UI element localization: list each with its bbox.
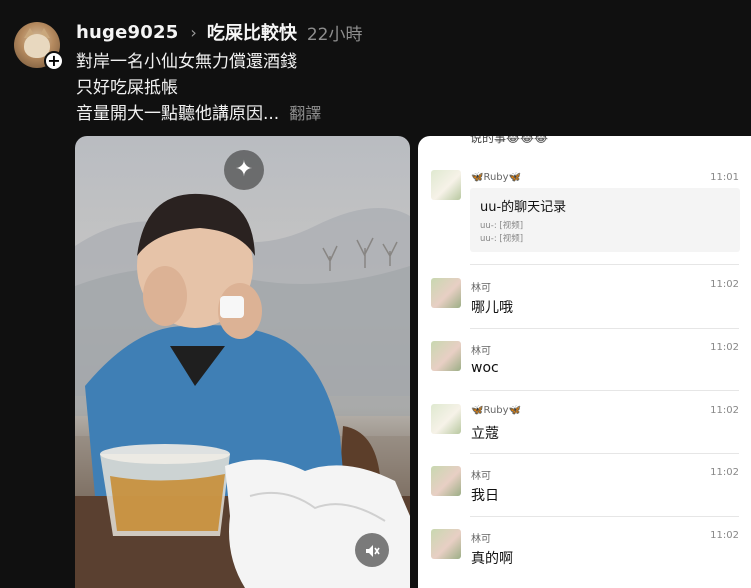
chat-sender: 🦋Ruby🦋 — [471, 172, 522, 183]
chat-time: 11:02 — [710, 405, 739, 416]
chat-text: 哪儿哦 — [471, 300, 513, 316]
user-avatar[interactable]: + — [14, 22, 64, 71]
post: + huge9025 › 吃屎比較快 22小時 對岸一名小仙女無力償還酒錢 只好… — [0, 0, 751, 588]
chat-avatar — [431, 404, 461, 434]
chat-sender: 林可 — [471, 346, 491, 357]
translate-button[interactable]: 翻譯 — [289, 104, 321, 123]
chat-history-line: uu-: [视频] — [480, 221, 524, 231]
chat-divider — [470, 390, 739, 391]
chat-text: 我日 — [471, 488, 499, 504]
post-header: huge9025 › 吃屎比較快 22小時 — [76, 19, 362, 45]
chat-history-line: uu-: [视频] — [480, 234, 524, 244]
chat-screenshot-media[interactable]: 说的事😂😂😂 🦋Ruby🦋 11:01 uu-的聊天记录 uu-: [视频] u… — [418, 136, 751, 588]
speaker-muted-icon[interactable] — [355, 533, 389, 567]
sparkle-icon[interactable]: ✦ — [224, 150, 264, 190]
chat-text: 真的啊 — [471, 551, 513, 567]
chat-time: 11:02 — [710, 467, 739, 478]
chat-text: 立蔻 — [471, 426, 499, 442]
chevron-right-icon: › — [190, 22, 197, 42]
chat-sender: 林可 — [471, 283, 491, 294]
chat-history-card: uu-的聊天记录 uu-: [视频] uu-: [视频] — [470, 188, 740, 252]
chat-avatar — [431, 170, 461, 200]
chat-avatar — [431, 466, 461, 496]
caption-line-3: 音量開大一點聽他講原因... — [76, 104, 280, 124]
chat-time: 11:02 — [710, 342, 739, 353]
chat-time: 11:02 — [710, 279, 739, 290]
username[interactable]: huge9025 — [76, 22, 178, 43]
caption-line-1: 對岸一名小仙女無力償還酒錢 — [76, 52, 297, 72]
clipped-message-text: 说的事😂😂😂 — [470, 136, 549, 145]
follow-plus-icon[interactable]: + — [44, 51, 64, 71]
caption-line-2: 只好吃屎抵帳 — [76, 78, 178, 98]
video-frame-illustration — [75, 193, 410, 588]
chat-history-title: uu-的聊天记录 — [480, 200, 567, 215]
video-media[interactable]: ✦ — [75, 136, 410, 588]
chat-avatar — [431, 529, 461, 559]
post-time: 22小時 — [306, 24, 363, 45]
chat-avatar — [431, 341, 461, 371]
chat-avatar — [431, 278, 461, 308]
chat-time: 11:02 — [710, 530, 739, 541]
chat-divider — [470, 264, 739, 265]
chat-divider — [470, 453, 739, 454]
community-name[interactable]: 吃屎比較快 — [207, 19, 297, 45]
chat-text: woc — [471, 360, 499, 376]
post-caption: 對岸一名小仙女無力償還酒錢 只好吃屎抵帳 音量開大一點聽他講原因... 翻譯 — [76, 49, 321, 127]
chat-sender: 林可 — [471, 471, 491, 482]
chat-sender: 林可 — [471, 534, 491, 545]
chat-time: 11:01 — [710, 172, 739, 183]
chat-sender: 🦋Ruby🦋 — [471, 405, 522, 416]
chat-divider — [470, 328, 739, 329]
speaker-muted-glyph — [366, 544, 380, 557]
chat-divider — [470, 516, 739, 517]
